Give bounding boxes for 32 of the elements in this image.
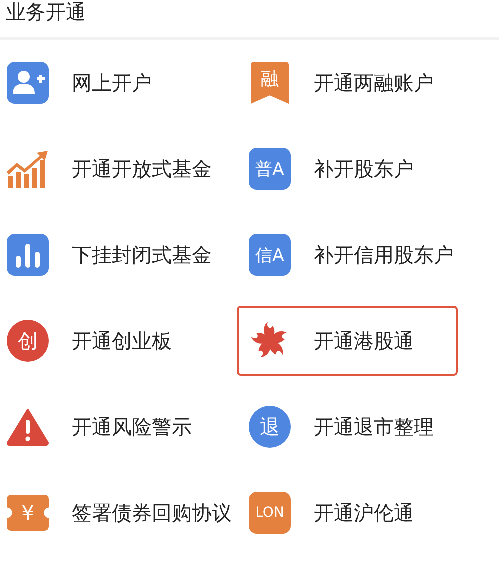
item-label: 补开信用股东户 — [314, 242, 454, 268]
round-badge-icon: 创 — [7, 320, 49, 362]
item-label: 开通创业板 — [72, 328, 172, 354]
service-item[interactable]: 开通开放式基金 — [0, 134, 237, 204]
item-label: 补开股东户 — [314, 156, 414, 182]
item-label: 开通两融账户 — [314, 70, 434, 96]
service-item[interactable]: 退 开通退市整理 — [237, 392, 458, 462]
item-label: 网上开户 — [72, 70, 152, 96]
service-item[interactable]: 开通港股通 — [237, 306, 458, 376]
section-title: 业务开通 — [5, 0, 87, 24]
item-label: 开通退市整理 — [314, 414, 434, 440]
ticket-icon: ¥ — [7, 495, 49, 531]
service-item[interactable]: LON 开通沪伦通 — [237, 478, 458, 548]
ribbon-badge-icon: 融 — [251, 62, 289, 104]
round-badge-icon: 退 — [249, 406, 291, 448]
service-item[interactable]: 创 开通创业板 — [0, 306, 237, 376]
item-label: 下挂封闭式基金 — [72, 242, 212, 268]
text-badge-icon: 普A — [249, 148, 291, 190]
service-item[interactable]: 开通风险警示 — [0, 392, 237, 462]
item-label: 开通风险警示 — [72, 414, 192, 440]
service-item[interactable]: 信A 补开信用股东户 — [237, 220, 458, 290]
item-label: 签署债券回购协议 — [72, 500, 232, 526]
text-badge-icon: LON — [249, 492, 291, 534]
service-item[interactable]: 下挂封闭式基金 — [0, 220, 237, 290]
service-item[interactable]: 网上开户 — [0, 48, 237, 118]
item-label: 开通沪伦通 — [314, 500, 414, 526]
service-item[interactable]: 普A 补开股东户 — [237, 134, 458, 204]
item-label: 开通港股通 — [314, 328, 414, 354]
service-item[interactable]: ¥ 签署债券回购协议 — [0, 478, 237, 548]
item-label: 开通开放式基金 — [72, 156, 212, 182]
service-item[interactable]: 融 开通两融账户 — [237, 48, 458, 118]
text-badge-icon: 信A — [249, 234, 291, 276]
